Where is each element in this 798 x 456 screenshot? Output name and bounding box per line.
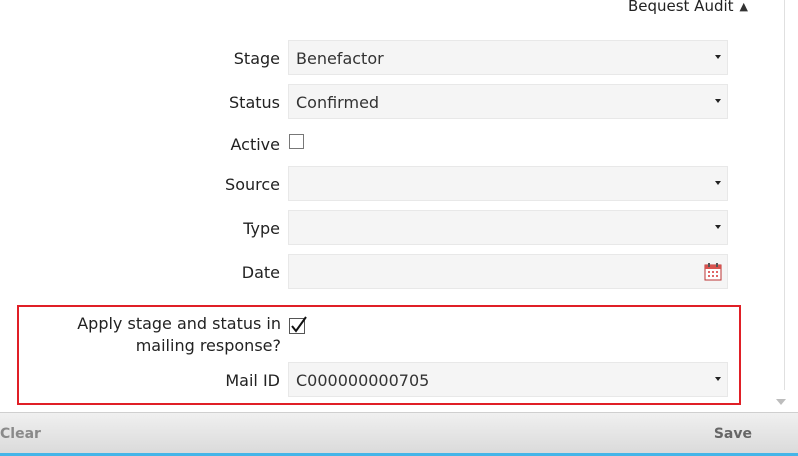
stage-select[interactable]: Benefactor: [288, 40, 728, 75]
dropdown-arrow-icon[interactable]: [715, 55, 721, 59]
status-value: Confirmed: [296, 93, 380, 112]
dropdown-arrow-icon[interactable]: [715, 181, 721, 185]
mail-id-label: Mail ID: [225, 371, 280, 390]
mail-id-value: C000000000705: [296, 371, 430, 390]
scrollbar[interactable]: [772, 0, 798, 412]
clear-button[interactable]: Clear: [0, 426, 41, 442]
type-select[interactable]: [288, 210, 728, 245]
scroll-down-icon[interactable]: [776, 399, 786, 405]
source-row: Source: [0, 166, 770, 202]
mail-id-select[interactable]: C000000000705: [288, 362, 728, 397]
status-select[interactable]: Confirmed: [288, 84, 728, 119]
calendar-icon[interactable]: [704, 263, 722, 281]
dropdown-arrow-icon[interactable]: [715, 225, 721, 229]
bequest-audit-panel: Bequest Audit ▲ Stage Benefactor Status …: [0, 0, 770, 412]
apply-stage-status-label: Apply stage and status in mailing respon…: [77, 314, 281, 355]
dropdown-arrow-icon[interactable]: [715, 99, 721, 103]
status-row: Status Confirmed: [0, 84, 770, 120]
scrollbar-track[interactable]: [784, 0, 785, 390]
dropdown-arrow-icon[interactable]: [715, 377, 721, 381]
chevron-up-icon[interactable]: ▲: [740, 0, 748, 13]
active-label: Active: [230, 135, 281, 154]
section-title: Bequest Audit: [627, 0, 734, 15]
section-header[interactable]: Bequest Audit ▲: [628, 0, 748, 15]
stage-value: Benefactor: [296, 49, 384, 68]
type-row: Type: [0, 210, 770, 246]
type-label: Type: [243, 219, 280, 238]
active-row: Active: [0, 126, 770, 162]
mail-id-row: Mail ID C000000000705: [0, 362, 770, 398]
stage-label: Stage: [233, 49, 280, 68]
source-select[interactable]: [288, 166, 728, 201]
apply-stage-status-checkbox[interactable]: [289, 316, 307, 334]
date-row: Date: [0, 254, 770, 290]
date-input[interactable]: [288, 254, 728, 289]
save-button[interactable]: Save: [714, 426, 752, 442]
footer-bar: Clear Save: [0, 412, 798, 456]
stage-row: Stage Benefactor: [0, 40, 770, 76]
source-label: Source: [225, 175, 280, 194]
date-label: Date: [241, 263, 280, 282]
active-checkbox[interactable]: [289, 134, 304, 149]
status-label: Status: [229, 93, 280, 112]
